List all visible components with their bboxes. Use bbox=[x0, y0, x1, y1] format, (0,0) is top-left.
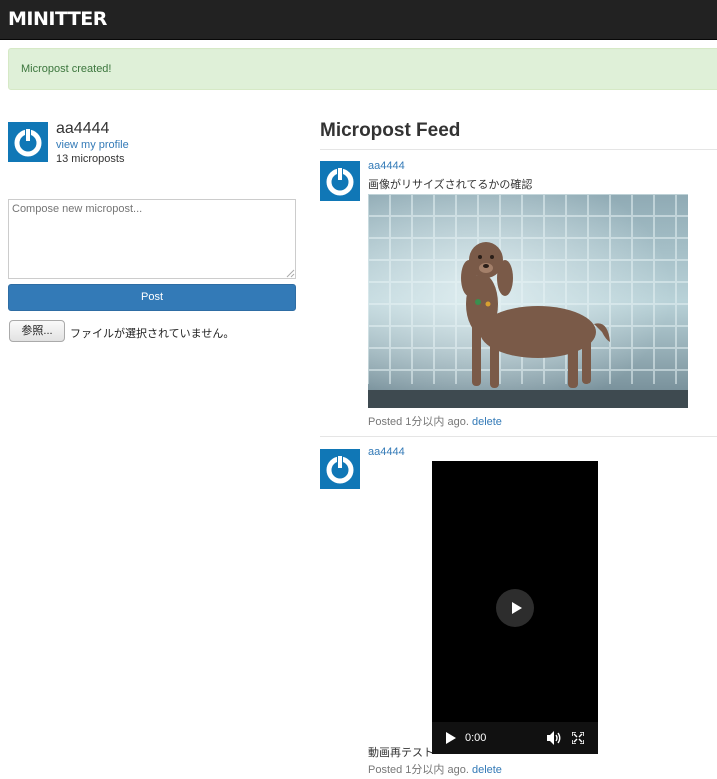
file-browse-button[interactable]: 参照... bbox=[9, 320, 65, 342]
post-avatar[interactable] bbox=[320, 161, 360, 201]
micropost-input[interactable] bbox=[8, 199, 296, 279]
post-content: 動画再テスト bbox=[368, 747, 434, 759]
gravatar-icon bbox=[320, 161, 360, 201]
post-timestamp: Posted 1分以内 ago. delete bbox=[368, 413, 502, 429]
navbar: MINITTER bbox=[0, 0, 717, 40]
user-avatar[interactable] bbox=[8, 122, 48, 162]
post-content: 画像がリサイズされてるかの確認 bbox=[368, 179, 533, 191]
resize-grip-icon[interactable] bbox=[286, 269, 295, 278]
play-icon bbox=[512, 602, 522, 614]
view-profile-link[interactable]: view my profile bbox=[56, 139, 129, 151]
post-user-link[interactable]: aa4444 bbox=[368, 160, 405, 172]
flash-success-alert: Micropost created! bbox=[8, 48, 717, 90]
video-player[interactable]: 0:00 bbox=[432, 461, 598, 754]
brand-logo[interactable]: MINITTER bbox=[8, 8, 107, 30]
timestamp-text: Posted 1分以内 ago. bbox=[368, 764, 469, 776]
post-button[interactable]: Post bbox=[8, 284, 296, 311]
timestamp-text: Posted 1分以内 ago. bbox=[368, 416, 469, 428]
post-image-dog[interactable] bbox=[368, 194, 688, 408]
dog-photo-image bbox=[368, 194, 688, 408]
delete-link[interactable]: delete bbox=[472, 416, 502, 428]
file-status-text: ファイルが選択されていません。 bbox=[70, 328, 235, 340]
user-name: aa4444 bbox=[56, 120, 110, 137]
feed-divider bbox=[320, 149, 717, 150]
gravatar-icon bbox=[320, 449, 360, 489]
post-user-link[interactable]: aa4444 bbox=[368, 446, 405, 458]
fullscreen-icon[interactable] bbox=[572, 732, 584, 744]
delete-link[interactable]: delete bbox=[472, 764, 502, 776]
play-icon[interactable] bbox=[445, 732, 457, 744]
post-avatar[interactable] bbox=[320, 449, 360, 489]
video-time: 0:00 bbox=[465, 732, 487, 744]
feed-title: Micropost Feed bbox=[320, 120, 461, 141]
gravatar-icon bbox=[8, 122, 48, 162]
volume-icon[interactable] bbox=[547, 731, 562, 745]
micropost-count: 13 microposts bbox=[56, 153, 125, 165]
post-timestamp: Posted 1分以内 ago. delete bbox=[368, 761, 502, 777]
post-divider bbox=[320, 436, 717, 437]
play-overlay-button[interactable] bbox=[496, 589, 534, 627]
video-controls: 0:00 bbox=[432, 722, 598, 754]
